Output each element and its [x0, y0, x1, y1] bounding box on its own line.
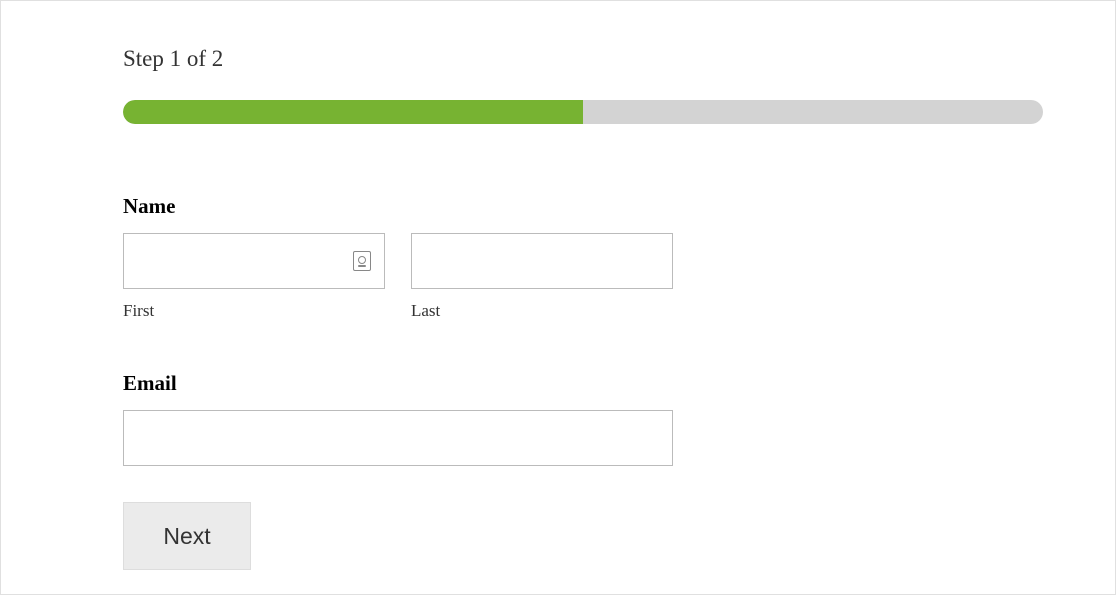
name-row: First Last	[123, 233, 1043, 321]
email-input[interactable]	[123, 410, 673, 466]
last-name-input[interactable]	[411, 233, 673, 289]
last-name-sublabel: Last	[411, 301, 673, 321]
step-indicator: Step 1 of 2	[123, 46, 1043, 72]
next-button[interactable]: Next	[123, 502, 251, 570]
contact-autofill-icon[interactable]	[353, 251, 371, 271]
first-name-sublabel: First	[123, 301, 385, 321]
last-name-col: Last	[411, 233, 673, 321]
progress-bar	[123, 100, 1043, 124]
email-section: Email	[123, 371, 1043, 466]
name-label: Name	[123, 194, 1043, 219]
email-label: Email	[123, 371, 1043, 396]
first-name-input[interactable]	[123, 233, 385, 289]
progress-fill	[123, 100, 583, 124]
first-name-col: First	[123, 233, 385, 321]
